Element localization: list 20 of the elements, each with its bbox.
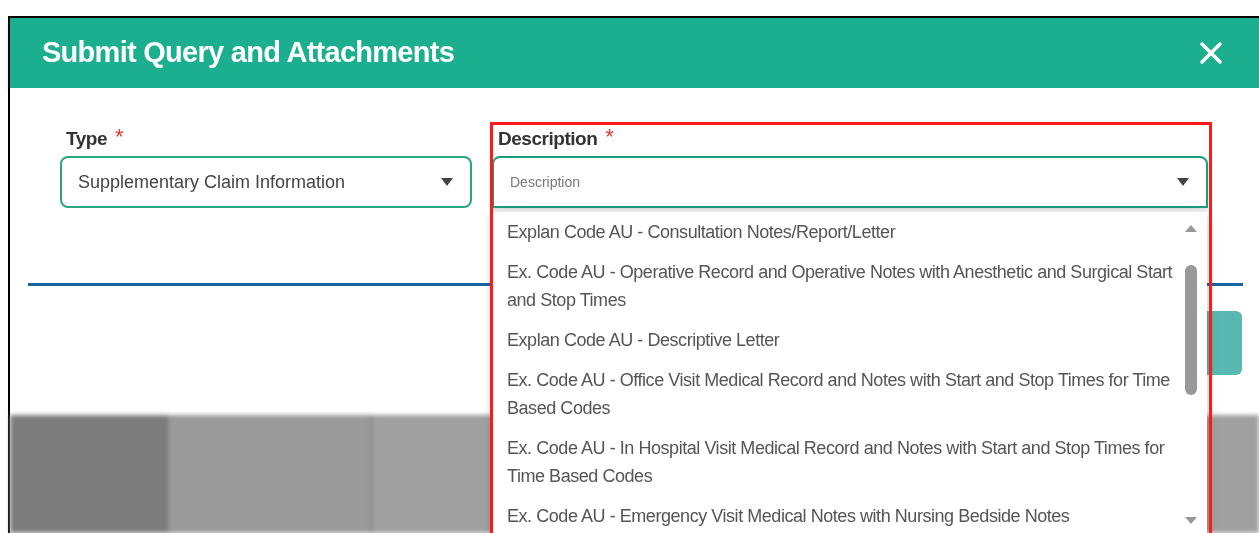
required-mark: * — [115, 126, 124, 148]
dropdown-option[interactable]: Explan Code AU - Descriptive Letter — [507, 326, 1177, 354]
select-field[interactable]: Description — [492, 156, 1208, 208]
scroll-down-icon[interactable] — [1184, 517, 1198, 525]
dropdown-option[interactable]: Ex. Code AU - Operative Record and Operative Notes with Anesthetic and Surgical Start and Stop Times — [507, 258, 1177, 314]
scroll-up-icon[interactable] — [1184, 224, 1198, 232]
scrollbar[interactable] — [1183, 224, 1199, 525]
caret-icon — [440, 177, 454, 187]
caret-icon — [1176, 177, 1190, 187]
dropdown-option[interactable]: Ex. Code AU - Emergency Visit Medical Notes with Nursing Bedside Notes — [507, 502, 1177, 530]
dropdown-option[interactable]: Explan Code AU - Consultation Notes/Report/Letter — [507, 218, 1177, 246]
dialog-title: Submit Query and Attachments — [42, 35, 455, 71]
dropdown-option[interactable]: Ex. Code AU - Office Visit Medical Record and Notes with Start and Stop Times for Time Based Codes — [507, 366, 1177, 422]
field-label: Type — [66, 127, 108, 151]
select-field[interactable]: Supplementary Claim Information — [60, 156, 472, 208]
scroll-thumb[interactable] — [1185, 264, 1197, 395]
required-mark: * — [605, 126, 614, 148]
field-label: Description — [498, 127, 598, 151]
dropdown-option[interactable]: Ex. Code AU - In Hospital Visit Medical Record and Notes with Start and Stop Times for Time Based Codes — [507, 434, 1177, 490]
close-icon[interactable] — [1199, 41, 1223, 65]
